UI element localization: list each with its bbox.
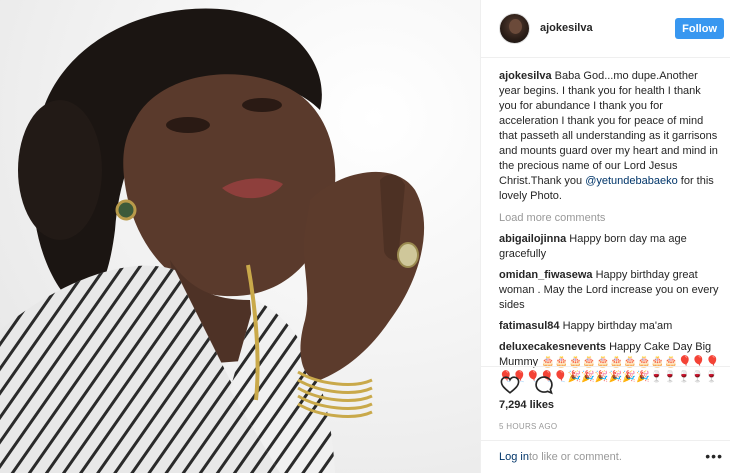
comment-text: Happy birthday ma'am [559, 320, 673, 332]
comment-username[interactable]: omidan_fiwasewa [499, 269, 593, 281]
comments-list: ajokesilva Baba God...mo dupe.Another ye… [481, 58, 730, 385]
load-more-comments-link[interactable]: Load more comments [499, 211, 720, 226]
caption-text: Baba God...mo dupe.Another year begins. … [499, 70, 718, 187]
login-footer: Log in to like or comment. ••• [481, 440, 730, 473]
instagram-post: ajokesilva Follow ajokesilva Baba God...… [0, 0, 730, 473]
post-photo[interactable] [0, 0, 480, 473]
comment-username[interactable]: abigailojinna [499, 233, 566, 245]
comment-item: abigailojinna Happy born day ma age grac… [499, 232, 720, 262]
comment-item: fatimasul84 Happy birthday ma'am [499, 319, 720, 334]
caption: ajokesilva Baba God...mo dupe.Another ye… [499, 69, 720, 204]
post-header: ajokesilva Follow [481, 0, 730, 58]
caption-username[interactable]: ajokesilva [499, 70, 552, 82]
comment-item: omidan_fiwasewa Happy birthday great wom… [499, 268, 720, 313]
more-options-icon[interactable]: ••• [705, 449, 723, 464]
login-prompt-text: to like or comment. [528, 450, 622, 463]
avatar[interactable] [499, 13, 530, 44]
header-username[interactable]: ajokesilva [540, 21, 593, 36]
portrait-image [0, 8, 425, 473]
caption-mention[interactable]: @yetundebabaeko [585, 175, 678, 187]
comment-username[interactable]: fatimasul84 [499, 320, 560, 332]
login-link[interactable]: Log in [499, 450, 529, 465]
post-actions [481, 366, 730, 396]
post-timestamp: 5 HOURS AGO [499, 422, 558, 431]
heart-icon[interactable] [499, 374, 521, 396]
comment-icon[interactable] [533, 374, 555, 396]
comments-panel: ajokesilva Follow ajokesilva Baba God...… [480, 0, 730, 473]
likes-count[interactable]: 7,294 likes [499, 398, 554, 413]
comment-username[interactable]: deluxecakesnevents [499, 341, 606, 353]
follow-button[interactable]: Follow [675, 18, 724, 39]
